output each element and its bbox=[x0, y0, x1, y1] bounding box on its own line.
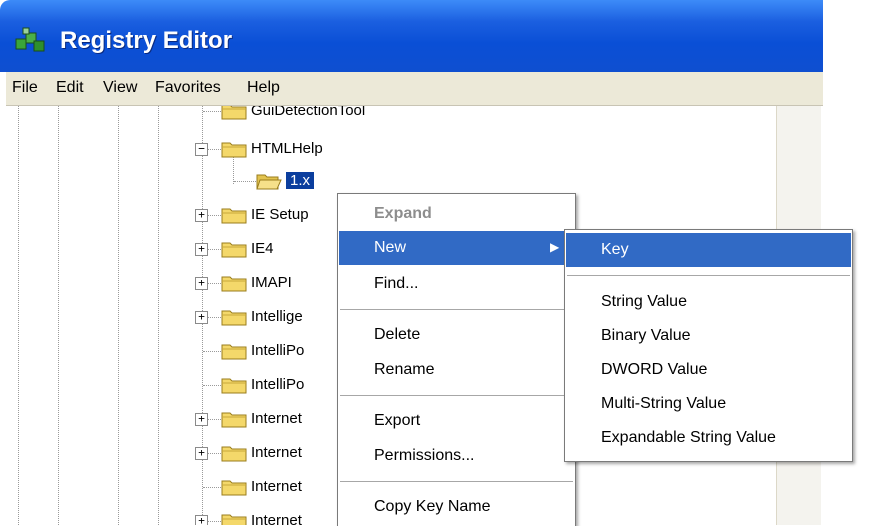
menu-help[interactable]: Help bbox=[247, 79, 280, 97]
title-bar[interactable]: Registry Editor bbox=[0, 0, 823, 72]
tree-node-label: IE Setup bbox=[251, 206, 309, 223]
tree-node-label: Internet bbox=[251, 478, 302, 495]
tree-node-label: IMAPI bbox=[251, 274, 292, 291]
context-menu-new-label: New bbox=[374, 239, 407, 256]
context-menu-copy-key-name[interactable]: Copy Key Name bbox=[339, 490, 574, 524]
menu-file[interactable]: File bbox=[12, 79, 38, 97]
submenu-string-value[interactable]: String Value bbox=[566, 285, 851, 319]
tree-node-label: GuiDetectionTool bbox=[251, 106, 366, 119]
submenu-key-label: Key bbox=[601, 241, 629, 258]
tree-node-label: HTMLHelp bbox=[251, 140, 323, 157]
submenu-expandable-string-value-label: Expandable String Value bbox=[601, 429, 776, 446]
folder-icon bbox=[221, 412, 247, 428]
context-menu-delete-label: Delete bbox=[374, 326, 421, 343]
new-submenu: Key String Value Binary Value DWORD Valu… bbox=[564, 229, 853, 462]
menu-edit[interactable]: Edit bbox=[56, 79, 84, 97]
menu-view[interactable]: View bbox=[103, 79, 137, 97]
folder-icon bbox=[221, 106, 247, 120]
tree-node-label: Intellige bbox=[251, 308, 303, 325]
folder-icon bbox=[221, 344, 247, 360]
folder-icon bbox=[221, 480, 247, 496]
menu-favorites[interactable]: Favorites bbox=[155, 79, 221, 97]
submenu-dword-value[interactable]: DWORD Value bbox=[566, 353, 851, 387]
context-menu-expand[interactable]: Expand bbox=[339, 197, 574, 231]
folder-icon bbox=[221, 378, 247, 394]
submenu-multi-string-value[interactable]: Multi-String Value bbox=[566, 387, 851, 421]
context-menu-permissions[interactable]: Permissions... bbox=[339, 439, 574, 473]
menu-separator bbox=[340, 481, 573, 482]
tree-guide-line bbox=[58, 106, 59, 525]
tree-node-label: Internet bbox=[251, 512, 302, 525]
tree-node-label: Internet bbox=[251, 444, 302, 461]
context-menu-permissions-label: Permissions... bbox=[374, 447, 475, 464]
submenu-string-value-label: String Value bbox=[601, 293, 687, 310]
context-menu-copy-key-name-label: Copy Key Name bbox=[374, 498, 491, 515]
context-menu-export-label: Export bbox=[374, 412, 421, 429]
context-menu-delete[interactable]: Delete bbox=[339, 318, 574, 352]
context-menu-export[interactable]: Export bbox=[339, 404, 574, 438]
menu-separator bbox=[567, 275, 850, 276]
context-menu-find-label: Find... bbox=[374, 275, 419, 292]
expand-node-icon[interactable]: + bbox=[195, 243, 208, 256]
tree-guide-line bbox=[158, 106, 159, 525]
context-menu-rename-label: Rename bbox=[374, 361, 435, 378]
context-menu-find[interactable]: Find... bbox=[339, 267, 574, 301]
expand-node-icon[interactable]: + bbox=[195, 515, 208, 525]
tree-connector-line bbox=[203, 111, 221, 112]
submenu-expandable-string-value[interactable]: Expandable String Value bbox=[566, 421, 851, 455]
folder-icon bbox=[221, 208, 247, 224]
open-folder-icon bbox=[256, 174, 282, 190]
folder-icon bbox=[221, 276, 247, 292]
tree-connector-line bbox=[203, 385, 221, 386]
tree-node-label: IntelliPo bbox=[251, 342, 305, 359]
collapse-node-icon[interactable]: − bbox=[195, 143, 208, 156]
expand-node-icon[interactable]: + bbox=[195, 209, 208, 222]
folder-icon bbox=[221, 242, 247, 258]
tree-connector-line bbox=[203, 351, 221, 352]
tree-connector-line bbox=[234, 181, 256, 182]
submenu-multi-string-value-label: Multi-String Value bbox=[601, 395, 727, 412]
submenu-arrow-icon: ▶ bbox=[550, 240, 560, 254]
context-menu: Expand New ▶ Find... Delete Rename Export… bbox=[337, 193, 576, 526]
folder-icon bbox=[221, 446, 247, 462]
registry-editor-icon bbox=[15, 27, 45, 52]
menu-separator bbox=[340, 309, 573, 310]
tree-node-label: 1.x bbox=[286, 172, 315, 189]
context-menu-new[interactable]: New ▶ bbox=[339, 231, 574, 265]
menu-separator bbox=[340, 395, 573, 396]
submenu-binary-value[interactable]: Binary Value bbox=[566, 319, 851, 353]
window-title: Registry Editor bbox=[60, 27, 233, 54]
tree-node-label: Internet bbox=[251, 410, 302, 427]
context-menu-expand-label: Expand bbox=[374, 205, 432, 222]
submenu-key[interactable]: Key bbox=[566, 233, 851, 267]
tree-guide-line bbox=[18, 106, 19, 525]
expand-node-icon[interactable]: + bbox=[195, 413, 208, 426]
expand-node-icon[interactable]: + bbox=[195, 311, 208, 324]
folder-icon bbox=[221, 142, 247, 158]
expand-node-icon[interactable]: + bbox=[195, 277, 208, 290]
tree-guide-line bbox=[118, 106, 119, 525]
menu-bar: File Edit View Favorites Help bbox=[6, 72, 823, 106]
submenu-binary-value-label: Binary Value bbox=[601, 327, 691, 344]
folder-icon bbox=[221, 514, 247, 525]
folder-icon bbox=[221, 310, 247, 326]
submenu-dword-value-label: DWORD Value bbox=[601, 361, 708, 378]
tree-connector-line bbox=[203, 487, 221, 488]
tree-node-label: IE4 bbox=[251, 240, 274, 257]
context-menu-rename[interactable]: Rename bbox=[339, 353, 574, 387]
expand-node-icon[interactable]: + bbox=[195, 447, 208, 460]
tree-node-label: IntelliPo bbox=[251, 376, 305, 393]
